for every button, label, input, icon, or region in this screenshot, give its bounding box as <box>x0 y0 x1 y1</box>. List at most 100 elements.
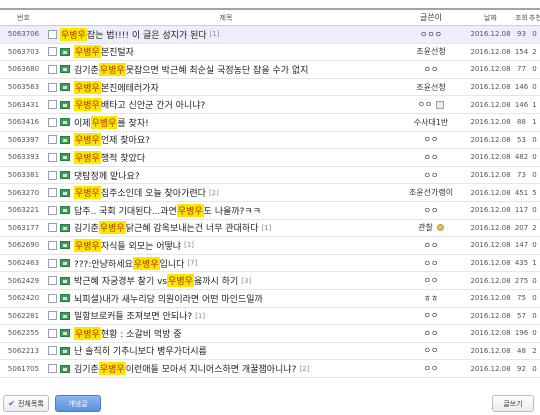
row-checkbox[interactable] <box>47 258 57 268</box>
table-row[interactable]: 5062420 뇌피셜)내가 새누리당 의원이라면 어떤 마인드일까 ㅎㅎ 2016.… <box>0 290 540 308</box>
table-row[interactable]: 5063431 우병우 배타고 신안군 간거 아니냐? ㅇㅇ 2016.12.08 14… <box>0 96 540 114</box>
search-highlight[interactable]: 우병우 <box>74 80 101 94</box>
row-checkbox[interactable] <box>47 82 57 92</box>
post-title-text[interactable]: 못잡으면 박근혜 최순실 국정농단 잡을 수가 없지 <box>126 63 309 76</box>
post-title-cell[interactable]: 김기춘 우병우 못잡으면 박근혜 최순실 국정농단 잡을 수가 없지 <box>57 62 395 76</box>
table-row[interactable]: 5062690 우병우 자식들 외모는 어떻냐 [1] ㅇㅇ 2016.12.08 147… <box>0 237 540 255</box>
post-title-cell[interactable]: 박근혜 자궁경부 찰기 vs 우병우 옳까시 하기 [3] <box>57 274 395 288</box>
post-title-text[interactable]: 댓탐정께 맡나요? <box>74 169 140 182</box>
post-title-cell[interactable]: 이제 우병우 를 찾자! <box>57 115 395 129</box>
post-title-cell[interactable]: 우병우 배타고 신안군 간거 아니냐? <box>57 98 395 112</box>
post-title-cell[interactable]: 김기춘 우병우 이런애들 모아서 지니어스하면 개꿀잼아니냐? [2] <box>57 362 395 376</box>
search-highlight[interactable]: 우병우 <box>74 45 101 59</box>
post-title-text[interactable]: 언제 찾아요? <box>101 133 150 146</box>
post-writer[interactable]: ㅇㅇ <box>395 170 467 181</box>
comment-count[interactable]: [1] <box>184 241 194 249</box>
post-title-cell[interactable]: 김기춘 우병우 닭근혜 감옥보내는건 너무 관대하다 [1] <box>57 221 395 235</box>
post-title-text[interactable]: 밀항브로커들 조져보면 안되나? <box>74 309 192 322</box>
table-row[interactable]: 5063563 우병우 본진에테러가자 조윤선청 2016.12.08 146 0 <box>0 79 540 97</box>
post-writer[interactable]: ㅇㅇ <box>395 258 467 269</box>
post-title-cell[interactable]: 우병우 언제 찾아요? <box>57 133 395 147</box>
post-title-cell[interactable]: 댓탐정께 맡나요? <box>57 169 395 182</box>
post-writer[interactable]: ㅇㅇ <box>395 363 467 374</box>
post-writer[interactable]: ㅇㅇ <box>395 240 467 251</box>
post-writer[interactable]: ㅇㅇ <box>395 345 467 356</box>
search-highlight[interactable]: 우병우 <box>98 62 126 76</box>
search-highlight[interactable]: 우병우 <box>74 150 101 164</box>
post-writer[interactable]: 조윤선청 <box>395 46 467 57</box>
table-row[interactable]: 5063270 우병우 집주소인데 오늘 찾아가련다 [2] 조윤선가랭이 2016.1… <box>0 184 540 202</box>
post-title-text[interactable]: 뇌피셜)내가 새누리당 의원이라면 어떤 마인드일까 <box>74 292 263 305</box>
post-title-text[interactable]: 현황 : 소갈비 먹방 중 <box>101 327 182 340</box>
search-highlight[interactable]: 우병우 <box>167 274 194 288</box>
post-title-text[interactable]: 자식들 외모는 어떻냐 <box>101 239 181 252</box>
concept-posts-button[interactable]: 개념글 <box>55 395 101 412</box>
post-writer[interactable]: ㅇㅇ <box>395 134 467 145</box>
post-title-text[interactable]: 입니다 <box>160 257 185 270</box>
table-row[interactable]: 5063706 우병우 잡는 법!!!! 이 글은 성지가 된다 [1] ㅇㅇㅇ 201… <box>0 26 540 44</box>
row-checkbox[interactable] <box>47 188 57 198</box>
row-checkbox[interactable] <box>47 346 57 356</box>
table-row[interactable]: 5062429 박근혜 자궁경부 찰기 vs 우병우 옳까시 하기 [3] ㅇㅇ 201… <box>0 272 540 290</box>
row-checkbox[interactable] <box>47 29 57 39</box>
row-checkbox[interactable] <box>47 170 57 180</box>
row-checkbox[interactable] <box>47 293 57 303</box>
post-title-cell[interactable]: 난 솔직히 기추니보다 병우가더시름 <box>57 344 395 357</box>
row-checkbox[interactable] <box>47 311 57 321</box>
post-title-text[interactable]: 답주.. 국회 기대된다...과연 <box>74 204 177 217</box>
row-checkbox[interactable] <box>47 364 57 374</box>
post-title-text[interactable]: 행적 찾았다 <box>101 151 145 164</box>
row-checkbox[interactable] <box>47 223 57 233</box>
post-title-cell[interactable]: 우병우 잡는 법!!!! 이 글은 성지가 된다 [1] <box>57 27 395 41</box>
post-title-cell[interactable]: 우병우 본진에테러가자 <box>57 80 395 94</box>
post-title-text[interactable]: ???:안냥하세요 <box>74 257 133 270</box>
post-writer[interactable]: ㅎㅎ <box>395 293 467 304</box>
post-title-cell[interactable]: 밀항브로커들 조져보면 안되나? [1] <box>57 309 395 322</box>
row-checkbox[interactable] <box>47 100 57 110</box>
post-title-cell[interactable]: ???:안냥하세요 우병우 입니다 [7] <box>57 256 395 270</box>
post-title-text[interactable]: 이런애들 모아서 지니어스하면 개꿀잼아니냐? <box>126 362 297 375</box>
search-highlight[interactable]: 우병우 <box>132 256 160 270</box>
search-highlight[interactable]: 우병우 <box>98 221 126 235</box>
post-title-text[interactable]: 김기춘 <box>74 362 99 375</box>
post-title-text[interactable]: 본진털자 <box>101 45 134 58</box>
row-checkbox[interactable] <box>47 205 57 215</box>
post-title-text[interactable]: 이제 <box>74 116 91 129</box>
table-row[interactable]: 5063703 우병우 본진털자 조윤선청 2016.12.08 154 2 <box>0 44 540 62</box>
post-writer[interactable]: 조윤선청 <box>395 82 467 93</box>
search-highlight[interactable]: 우병우 <box>74 133 101 147</box>
table-row[interactable]: 5062463 ???:안냥하세요 우병우 입니다 [7] ㅇㅇ 2016.12.08 43… <box>0 255 540 273</box>
table-row[interactable]: 5063177 김기춘 우병우 닭근혜 감옥보내는건 너무 관대하다 [1] 관찰 20… <box>0 220 540 238</box>
post-title-text[interactable]: 배타고 신안군 간거 아니냐? <box>101 98 205 111</box>
post-title-cell[interactable]: 답주.. 국회 기대된다...과연 우병우 도 나올까?ㅋㅋ <box>57 203 395 217</box>
post-title-text[interactable]: 김기춘 <box>74 221 99 234</box>
all-list-button[interactable]: ✔ 전체목록 <box>3 395 49 412</box>
post-title-text[interactable]: 김기춘 <box>74 63 99 76</box>
post-title-text[interactable]: 집주소인데 오늘 찾아가련다 <box>101 186 206 199</box>
post-title-text[interactable]: 를 찾자! <box>117 116 148 129</box>
post-writer[interactable]: 관찰 <box>395 222 467 233</box>
post-writer[interactable]: ㅇㅇ <box>395 64 467 75</box>
post-writer[interactable]: ㅇㅇ <box>395 328 467 339</box>
table-row[interactable]: 5062213 난 솔직히 기추니보다 병우가더시름 ㅇㅇ 2016.12.08 48 2 <box>0 343 540 361</box>
row-checkbox[interactable] <box>47 328 57 338</box>
comment-count[interactable]: [7] <box>187 259 197 267</box>
table-row[interactable]: 5062281 밀항브로커들 조져보면 안되나? [1] ㅇㅇ 2016.12.08 57… <box>0 308 540 326</box>
post-title-text[interactable]: 옳까시 하기 <box>194 274 238 287</box>
table-row[interactable]: 5062255 우병우 현황 : 소갈비 먹방 중 ㅇㅇ 2016.12.08 196 0 <box>0 325 540 343</box>
post-writer[interactable]: 조윤선가랭이 <box>395 187 467 198</box>
post-title-cell[interactable]: 우병우 행적 찾았다 <box>57 150 395 164</box>
row-checkbox[interactable] <box>47 47 57 57</box>
write-button[interactable]: 글쓰기 <box>492 395 534 412</box>
search-highlight[interactable]: 우병우 <box>90 115 118 129</box>
row-checkbox[interactable] <box>47 117 57 127</box>
post-title-text[interactable]: 박근혜 자궁경부 찰기 vs <box>74 274 167 287</box>
post-title-cell[interactable]: 우병우 본진털자 <box>57 45 395 59</box>
table-row[interactable]: 5063221 답주.. 국회 기대된다...과연 우병우 도 나올까?ㅋㅋ ㅇㅇ 20… <box>0 202 540 220</box>
post-title-cell[interactable]: 뇌피셜)내가 새누리당 의원이라면 어떤 마인드일까 <box>57 292 395 305</box>
post-writer[interactable]: ㅇㅇ <box>395 152 467 163</box>
post-writer[interactable]: ㅇㅇㅇ <box>395 29 467 40</box>
post-writer[interactable]: 수사대1반 <box>395 117 467 128</box>
comment-count[interactable]: [1] <box>195 312 205 320</box>
table-row[interactable]: 5063381 댓탐정께 맡나요? ㅇㅇ 2016.12.08 73 0 <box>0 167 540 185</box>
